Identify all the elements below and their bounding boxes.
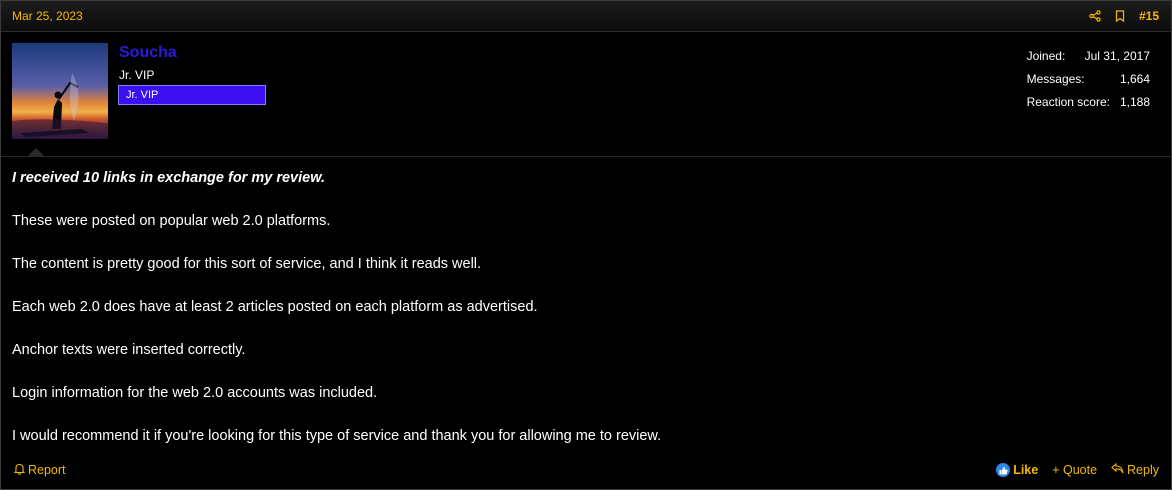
post-date[interactable]: Mar 25, 2023 — [12, 9, 83, 23]
reply-button[interactable]: Reply — [1111, 462, 1159, 477]
quote-label: + Quote — [1052, 463, 1098, 477]
reply-arrow-icon — [1111, 462, 1124, 477]
quote-button[interactable]: + Quote — [1052, 463, 1097, 477]
report-label: Report — [28, 463, 66, 477]
stat-messages: Messages: 1,664 — [1027, 68, 1150, 91]
thumbs-up-icon — [996, 463, 1011, 477]
stat-joined: Joined: Jul 31, 2017 — [1027, 45, 1150, 68]
message-paragraph: These were posted on popular web 2.0 pla… — [12, 213, 331, 229]
post-footer: Report Like + Quote Reply — [1, 459, 1171, 481]
message-paragraph: Login information for the web 2.0 accoun… — [12, 385, 378, 401]
message-lead: I received 10 links in exchange for my r… — [12, 170, 325, 186]
stat-value: Jul 31, 2017 — [1084, 49, 1150, 63]
message-body: I received 10 links in exchange for my r… — [1, 157, 1171, 445]
stat-reaction-score: Reaction score: 1,188 — [1027, 91, 1150, 114]
like-label: Like — [1013, 463, 1039, 477]
message-paragraph: I would recommend it if you're looking f… — [12, 428, 662, 444]
username-link[interactable]: Soucha — [119, 44, 177, 62]
share-icon[interactable] — [1089, 10, 1101, 22]
post-number-link[interactable]: #15 — [1139, 9, 1159, 23]
user-title: Jr. VIP — [119, 68, 155, 82]
post-header: Mar 25, 2023 #15 — [1, 1, 1171, 32]
footer-right: Like + Quote Reply — [996, 462, 1159, 477]
stat-value: 1,664 — [1119, 72, 1150, 86]
bell-icon — [13, 463, 26, 478]
message-paragraph: Anchor texts were inserted correctly. — [12, 342, 246, 358]
bookmark-icon[interactable] — [1115, 10, 1125, 22]
message-paragraph: The content is pretty good for this sort… — [12, 256, 482, 272]
user-stats: Joined: Jul 31, 2017 Messages: 1,664 Rea… — [1027, 45, 1150, 114]
stat-label: Messages: — [1026, 72, 1085, 86]
reply-label: Reply — [1127, 463, 1159, 477]
stat-label: Reaction score: — [1026, 95, 1110, 109]
avatar[interactable] — [12, 43, 108, 139]
avatar-notch — [27, 148, 45, 157]
like-button[interactable]: Like — [996, 463, 1038, 477]
message-paragraph: Each web 2.0 does have at least 2 articl… — [12, 299, 538, 315]
footer-left: Report — [13, 463, 66, 478]
user-banner: Jr. VIP — [118, 85, 266, 105]
user-block: Soucha Jr. VIP Jr. VIP Joined: Jul 31, 2… — [1, 32, 1171, 157]
post-header-actions: #15 — [1089, 9, 1159, 23]
forum-post: Mar 25, 2023 #15 Soucha Jr. VIP Jr. VIP … — [0, 0, 1172, 490]
report-button[interactable]: Report — [13, 463, 66, 478]
stat-value[interactable]: 1,188 — [1120, 91, 1150, 114]
stat-label: Joined: — [1026, 49, 1066, 63]
